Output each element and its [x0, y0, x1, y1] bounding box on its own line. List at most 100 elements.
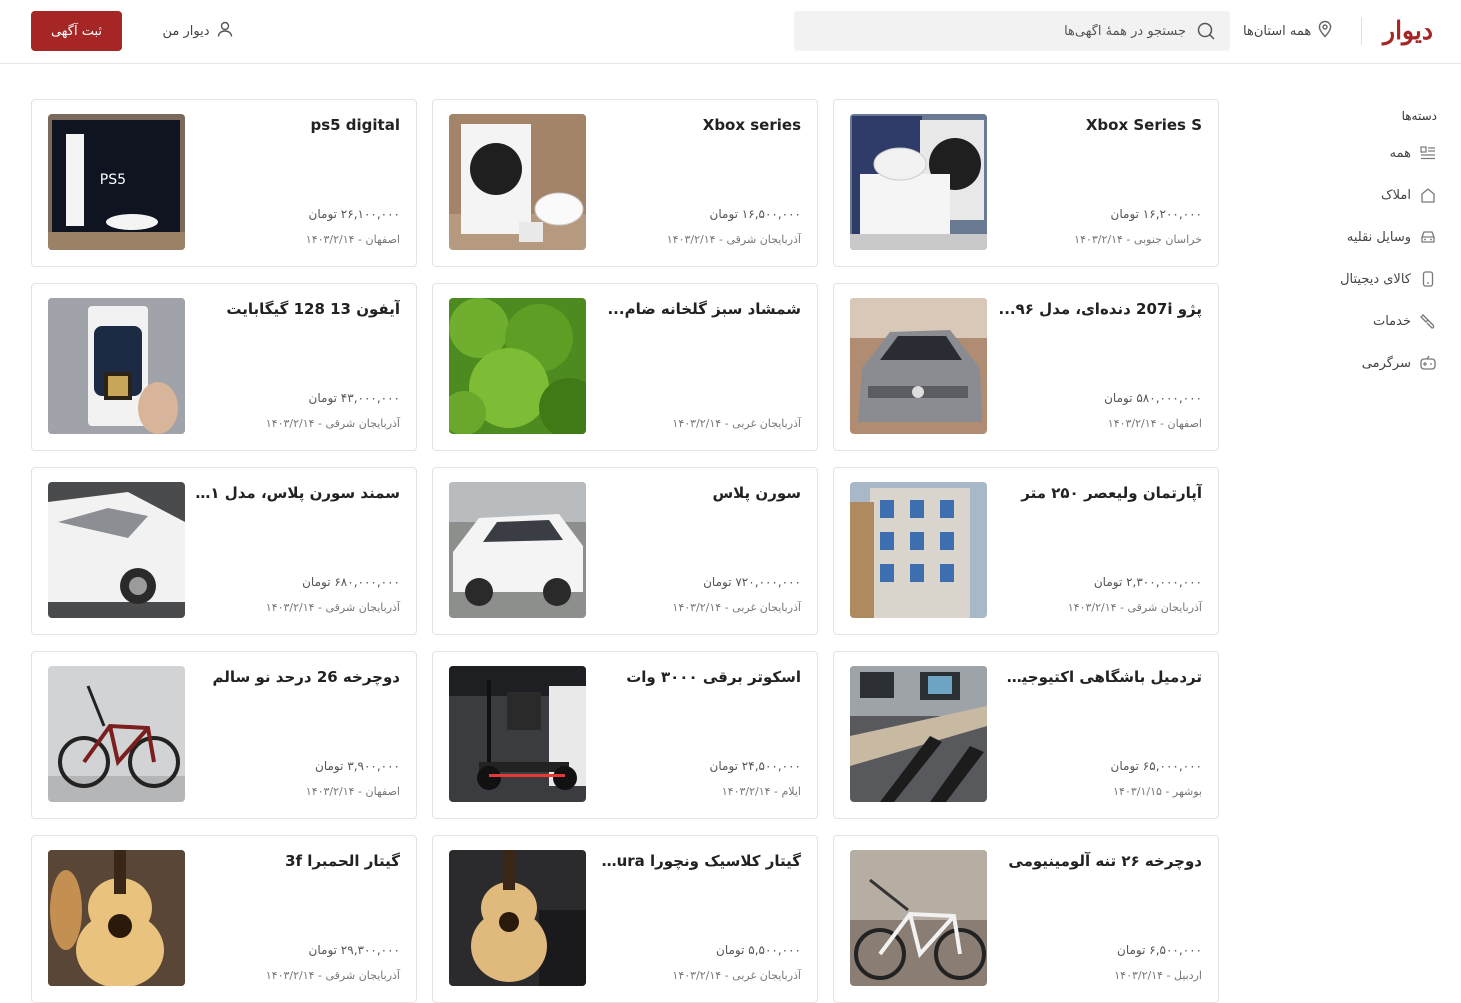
sidebar-item-label: سرگرمی — [1361, 355, 1411, 371]
sidebar-item-entertainment[interactable]: سرگرمی — [1281, 342, 1441, 384]
svg-text:PS5: PS5 — [100, 172, 126, 188]
listing-card[interactable]: دوچرخه 26 درحد نو سالم ۳,۹۰۰,۰۰۰ تومان ا… — [31, 651, 417, 819]
listing-location-date: بوشهر - ۱۴۰۳/۱/۱۵ — [1113, 785, 1202, 798]
listing-location-date: آذربایجان شرقی - ۱۴۰۳/۲/۱۴ — [265, 969, 400, 982]
listing-price: ۲,۳۰۰,۰۰۰,۰۰۰ تومان — [1093, 575, 1202, 589]
category-sidebar: دسته‌ها همه املاک وسایل نقلیه کالای دیجی… — [1281, 100, 1441, 384]
list-icon — [1419, 144, 1437, 162]
listing-title: شمشاد سبز گلخانه ضام... — [607, 300, 801, 318]
listings-grid: Xbox Series S ۱۶,۲۰۰,۰۰۰ تومان خراسان جن… — [31, 99, 1219, 1003]
city-selector-label: همه استان‌ها — [1243, 23, 1312, 39]
listing-card[interactable]: تردمیل باشگاهی اکتیوجیم... ۶۵,۰۰۰,۰۰۰ تو… — [833, 651, 1219, 819]
phone-box-image — [48, 298, 185, 434]
bicycle-image — [48, 666, 185, 802]
listing-title: Xbox Series S — [1085, 116, 1202, 134]
my-divar-label: دیوار من — [162, 23, 210, 39]
treadmill-image — [850, 666, 987, 802]
listing-price: ۷۲۰,۰۰۰,۰۰۰ تومان — [703, 575, 801, 589]
listing-location-date: اصفهان - ۱۴۰۳/۲/۱۴ — [1107, 417, 1202, 430]
listing-price: ۲۹,۳۰۰,۰۰۰ تومان — [308, 943, 400, 957]
listing-card[interactable]: پژو 207i دنده‌ای، مدل ۹۶... ۵۸۰,۰۰۰,۰۰۰ … — [833, 283, 1219, 451]
listing-location-date: آذربایجان شرقی - ۱۴۰۳/۲/۱۴ — [666, 233, 801, 246]
listing-card[interactable]: سمند سورن پلاس، مدل ۱... ۶۸۰,۰۰۰,۰۰۰ توم… — [31, 467, 417, 635]
location-pin-icon — [1317, 20, 1333, 42]
divar-logo[interactable]: دیوار — [1383, 12, 1433, 50]
search-input[interactable] — [808, 11, 1188, 51]
user-icon — [216, 20, 234, 42]
building-image — [850, 482, 987, 618]
listing-price: ۵,۵۰۰,۰۰۰ تومان — [716, 943, 801, 957]
listing-price: ۶۵,۰۰۰,۰۰۰ تومان — [1110, 759, 1202, 773]
sidebar-item-all[interactable]: همه — [1281, 132, 1441, 174]
guitar-image — [48, 850, 185, 986]
listing-title: گیتار الحمبرا 3f — [285, 852, 400, 870]
listing-location-date: آذربایجان غربی - ۱۴۰۳/۲/۱۴ — [672, 969, 801, 982]
sidebar-item-services[interactable]: خدمات — [1281, 300, 1441, 342]
listing-title: دوچرخه ۲۶ تنه آلومینیومی — [1008, 852, 1202, 870]
sidebar-item-label: خدمات — [1372, 313, 1411, 329]
white-car-image — [449, 482, 586, 618]
listing-location-date: اردبیل - ۱۴۰۳/۲/۱۴ — [1114, 969, 1202, 982]
search-icon — [1196, 21, 1216, 45]
post-ad-button[interactable]: ثبت آگهی — [31, 11, 122, 51]
listing-title: گیتار کلاسیک ونچورا tura... — [596, 852, 801, 870]
listing-price: ۳,۹۰۰,۰۰۰ تومان — [315, 759, 400, 773]
listing-location-date: آذربایجان غربی - ۱۴۰۳/۲/۱۴ — [672, 601, 801, 614]
gamepad-icon — [1419, 354, 1437, 372]
sidebar-item-real-estate[interactable]: املاک — [1281, 174, 1441, 216]
listing-card[interactable]: اسکوتر برقی ۳۰۰۰ وات ۲۴,۵۰۰,۰۰۰ تومان ای… — [432, 651, 818, 819]
my-divar-button[interactable]: دیوار من — [156, 16, 240, 46]
bicycle-image — [850, 850, 987, 986]
listing-card[interactable]: آپارتمان ولیعصر ۲۵۰ متر ۲,۳۰۰,۰۰۰,۰۰۰ تو… — [833, 467, 1219, 635]
listing-price: ۶,۵۰۰,۰۰۰ تومان — [1117, 943, 1202, 957]
home-icon — [1419, 186, 1437, 204]
listing-title: آیفون 13 128 گیگابایت — [226, 300, 400, 318]
listing-location-date: آذربایجان غربی - ۱۴۰۳/۲/۱۴ — [672, 417, 801, 430]
listing-location-date: آذربایجان شرقی - ۱۴۰۳/۲/۱۴ — [265, 417, 400, 430]
xbox-console-image — [850, 114, 987, 250]
listing-card[interactable]: گیتار کلاسیک ونچورا tura... ۵,۵۰۰,۰۰۰ تو… — [432, 835, 818, 1003]
listing-card[interactable]: آیفون 13 128 گیگابایت ۴۳,۰۰۰,۰۰۰ تومان آ… — [31, 283, 417, 451]
search-bar — [794, 11, 1230, 51]
listing-card[interactable]: شمشاد سبز گلخانه ضام... آذربایجان غربی -… — [432, 283, 818, 451]
listing-title: تردمیل باشگاهی اکتیوجیم... — [997, 668, 1202, 686]
listing-price: ۲۶,۱۰۰,۰۰۰ تومان — [308, 207, 400, 221]
listing-card[interactable]: دوچرخه ۲۶ تنه آلومینیومی ۶,۵۰۰,۰۰۰ تومان… — [833, 835, 1219, 1003]
listing-card[interactable]: Xbox series ۱۶,۵۰۰,۰۰۰ تومان آذربایجان ش… — [432, 99, 818, 267]
listing-title: Xbox series — [702, 116, 801, 134]
sidebar-item-label: کالای دیجیتال — [1340, 271, 1411, 287]
listing-title: آپارتمان ولیعصر ۲۵۰ متر — [1021, 484, 1202, 502]
sidebar-item-vehicles[interactable]: وسایل نقلیه — [1281, 216, 1441, 258]
white-car-image — [48, 482, 185, 618]
listing-title: سمند سورن پلاس، مدل ۱... — [195, 484, 400, 502]
listing-title: اسکوتر برقی ۳۰۰۰ وات — [626, 668, 801, 686]
listing-price: ۴۳,۰۰۰,۰۰۰ تومان — [308, 391, 400, 405]
sidebar-item-label: وسایل نقلیه — [1346, 229, 1411, 245]
guitar-image — [449, 850, 586, 986]
scooter-image — [449, 666, 586, 802]
sidebar-item-label: همه — [1389, 145, 1411, 161]
listing-location-date: ایلام - ۱۴۰۳/۲/۱۴ — [721, 785, 801, 798]
sidebar-item-label: املاک — [1381, 187, 1411, 203]
top-header: دیوار همه استان‌ها دیوار من ثبت آگهی — [0, 0, 1461, 64]
listing-card[interactable]: سورن پلاس ۷۲۰,۰۰۰,۰۰۰ تومان آذربایجان غر… — [432, 467, 818, 635]
listing-location-date: آذربایجان شرقی - ۱۴۰۳/۲/۱۴ — [265, 601, 400, 614]
listing-title: دوچرخه 26 درحد نو سالم — [212, 668, 400, 686]
plant-image — [449, 298, 586, 434]
listing-location-date: اصفهان - ۱۴۰۳/۲/۱۴ — [305, 233, 400, 246]
listing-title: پژو 207i دنده‌ای، مدل ۹۶... — [998, 300, 1202, 318]
listing-card[interactable]: Xbox Series S ۱۶,۲۰۰,۰۰۰ تومان خراسان جن… — [833, 99, 1219, 267]
brush-icon — [1419, 312, 1437, 330]
listing-price: ۱۶,۲۰۰,۰۰۰ تومان — [1110, 207, 1202, 221]
city-selector-button[interactable]: همه استان‌ها — [1243, 14, 1355, 48]
listing-card[interactable]: ps5 digital ۲۶,۱۰۰,۰۰۰ تومان اصفهان - ۱۴… — [31, 99, 417, 267]
sidebar-item-digital[interactable]: کالای دیجیتال — [1281, 258, 1441, 300]
listing-title: سورن پلاس — [712, 484, 801, 502]
xbox-console-image — [449, 114, 586, 250]
phone-icon — [1419, 270, 1437, 288]
listing-price: ۲۴,۵۰۰,۰۰۰ تومان — [709, 759, 801, 773]
listing-card[interactable]: گیتار الحمبرا 3f ۲۹,۳۰۰,۰۰۰ تومان آذربای… — [31, 835, 417, 1003]
listing-location-date: آذربایجان شرقی - ۱۴۰۳/۲/۱۴ — [1067, 601, 1202, 614]
listing-location-date: اصفهان - ۱۴۰۳/۲/۱۴ — [305, 785, 400, 798]
ps5-box-image: PS5 — [48, 114, 185, 250]
